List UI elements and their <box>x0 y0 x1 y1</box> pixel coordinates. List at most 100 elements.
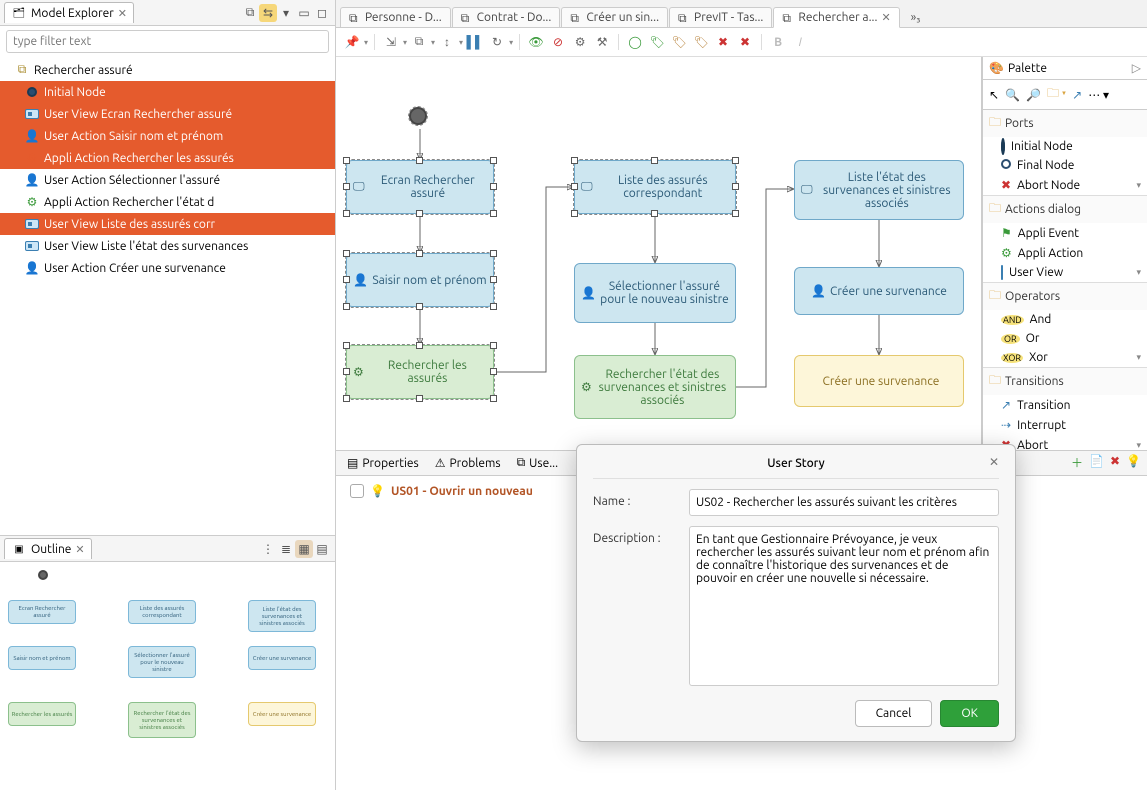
palette-section-header[interactable]: 🗀Actions dialog <box>983 196 1147 223</box>
outline-mode2-icon[interactable]: ≣ <box>277 540 295 558</box>
initial-node[interactable] <box>409 107 427 125</box>
tree-item[interactable]: 👤User Action Saisir nom et prénom <box>0 125 335 147</box>
tree-item[interactable]: User View Liste des assurés corr <box>0 213 335 235</box>
chevron-down-icon[interactable]: ▾ <box>1136 440 1141 451</box>
hide-icon[interactable]: ⊘ <box>548 32 568 52</box>
diagram-node[interactable]: ⚙Rechercher l'état des survenances et si… <box>574 355 736 419</box>
palette-item[interactable]: ⚑Appli Event <box>983 223 1147 243</box>
palette-section-header[interactable]: 🗀Transitions <box>983 368 1147 395</box>
editor-tab[interactable]: ⧉Créer un sin... <box>561 7 668 27</box>
tree-item[interactable]: 👤User Action Créer une survenance <box>0 257 335 279</box>
tree-item[interactable]: 👤User Action Sélectionner l'assuré <box>0 169 335 191</box>
editor-tab[interactable]: ⧉Rechercher a...✕ <box>773 7 899 28</box>
cancel-button[interactable]: Cancel <box>855 700 933 727</box>
palette-item[interactable]: Initial Node <box>983 137 1147 156</box>
diagram-node[interactable]: 🖵Liste des assurés correspondant <box>574 160 736 214</box>
select-icon[interactable]: ⧉ <box>409 32 429 52</box>
label-show-icon[interactable]: 🏷 <box>647 32 667 52</box>
props-icon[interactable]: ⚒ <box>592 32 612 52</box>
outline-node[interactable]: Liste l'état des survenances et sinistre… <box>248 600 316 632</box>
chevron-down-icon[interactable]: ▾ <box>1136 180 1141 191</box>
tree-item[interactable]: User View Liste l'état des survenances <box>0 235 335 257</box>
outline-mode3-icon[interactable]: ▤ <box>313 540 331 558</box>
edit-icon[interactable]: 📄 <box>1089 454 1104 471</box>
palette-item[interactable]: OROr <box>983 329 1147 348</box>
close-icon[interactable]: ✕ <box>881 11 890 24</box>
view-menu-icon[interactable]: ▾ <box>277 4 295 22</box>
bulb-icon[interactable]: 💡 <box>1126 454 1141 471</box>
close-icon[interactable]: ✕ <box>118 7 127 20</box>
collapse-all-icon[interactable]: ⧉ <box>241 4 259 22</box>
palette-item[interactable]: XORXor▾ <box>983 348 1147 367</box>
zoom-out-icon[interactable]: 🔎 <box>1026 88 1041 102</box>
editor-tab[interactable]: ⧉Personne - D... <box>340 7 451 27</box>
more-icon[interactable]: ⋯ ▾ <box>1088 88 1109 102</box>
outline-overview-icon[interactable]: ▦ <box>295 540 313 558</box>
outline-node[interactable]: Rechercher l'état des survenances et sin… <box>128 702 196 738</box>
palette-section-header[interactable]: 🗀Operators <box>983 283 1147 310</box>
vertical-icon[interactable]: ▌▌ <box>465 32 485 52</box>
ok-button[interactable]: OK <box>940 700 999 727</box>
pointer-icon[interactable]: ↖ <box>989 88 999 102</box>
diagram-node[interactable]: ⚙Rechercher les assurés <box>346 345 494 399</box>
palette-item[interactable]: ✖Abort Node▾ <box>983 175 1147 195</box>
refresh-icon[interactable]: ↻ <box>487 32 507 52</box>
description-field[interactable] <box>689 526 999 686</box>
bottom-tab[interactable]: ▤Properties <box>340 453 426 473</box>
outline-mode1-icon[interactable]: ⋮ <box>259 540 277 558</box>
link-editor-icon[interactable]: ⇆ <box>259 4 277 22</box>
palette-section-header[interactable]: 🗀Ports <box>983 110 1147 137</box>
more-tabs-icon[interactable]: »₃ <box>905 8 927 27</box>
diagram-node[interactable]: 🖵Ecran Rechercher assuré <box>346 160 494 214</box>
diagram-canvas[interactable]: 🖵Ecran Rechercher assuré 👤Saisir nom et p… <box>336 57 982 450</box>
diagram-node[interactable]: 👤Saisir nom et prénom <box>346 253 494 307</box>
outline-node[interactable]: Ecran Rechercher assuré <box>8 600 76 624</box>
outline-node[interactable]: Créer une survenance <box>248 646 316 670</box>
palette-item[interactable]: ⚙Appli Action <box>983 243 1147 263</box>
palette-item[interactable]: ANDAnd <box>983 310 1147 329</box>
minimize-icon[interactable]: ▭ <box>295 4 313 22</box>
bold-icon[interactable]: B <box>768 32 788 52</box>
diagram-node[interactable]: 👤Créer une survenance <box>794 267 964 315</box>
tree-item[interactable]: Initial Node <box>0 81 335 103</box>
palette-item[interactable]: User View▾ <box>983 263 1147 282</box>
layout-icon[interactable]: ⇲ <box>381 32 401 52</box>
palette-item[interactable]: Final Node <box>983 156 1147 175</box>
diagram-node[interactable]: 🖵Liste l'état des survenances et sinistr… <box>794 160 964 220</box>
outline-node[interactable]: Rechercher les assurés <box>8 702 76 726</box>
name-field[interactable] <box>689 489 999 516</box>
maximize-icon[interactable]: ◻ <box>313 4 331 22</box>
diagram-node[interactable]: Créer une survenance <box>794 355 964 407</box>
layer-add-icon[interactable]: ◯ <box>625 32 645 52</box>
editor-tab[interactable]: ⧉PrevIT - Tas... <box>669 7 772 27</box>
outline-node[interactable]: Saisir nom et prénom <box>8 646 76 670</box>
delete-icon[interactable]: ✖ <box>713 32 733 52</box>
diagram-node[interactable]: 👤Sélectionner l'assuré pour le nouveau s… <box>574 263 736 323</box>
model-explorer-tree[interactable]: ⧉Rechercher assuréInitial Node User View … <box>0 57 335 535</box>
delete-model-icon[interactable]: ✖ <box>735 32 755 52</box>
tree-item[interactable]: ⚙Appli Action Rechercher les assurés <box>0 147 335 169</box>
editor-tab[interactable]: ⧉Contrat - Do... <box>452 7 561 27</box>
palette-menu-icon[interactable]: ▷ <box>1132 61 1141 75</box>
tree-item[interactable]: ⚙Appli Action Rechercher l'état d <box>0 191 335 213</box>
label-del-icon[interactable]: 🏷 <box>691 32 711 52</box>
chevron-down-icon[interactable]: ▾ <box>1136 352 1141 363</box>
link-icon[interactable]: ↗ <box>1072 88 1082 102</box>
outline-node[interactable]: Créer une survenance <box>248 702 316 726</box>
palette-item[interactable]: ↗Transition <box>983 395 1147 415</box>
outline-node[interactable]: Sélectionner l'assuré pour le nouveau si… <box>128 646 196 678</box>
close-icon[interactable]: ✕ <box>989 455 999 469</box>
align-icon[interactable]: ↕ <box>437 32 457 52</box>
add-icon[interactable]: ＋ <box>1071 454 1083 471</box>
model-explorer-tab[interactable]: 🗂 Model Explorer ✕ <box>4 2 134 23</box>
italic-icon[interactable]: I <box>790 32 810 52</box>
outline-node[interactable]: Liste des assurés correspondant <box>128 600 196 624</box>
label-hide-icon[interactable]: 🏷 <box>669 32 689 52</box>
show-icon[interactable]: 👁 <box>526 32 546 52</box>
pin-icon[interactable]: 📌 <box>342 32 362 52</box>
filter-input[interactable] <box>6 30 329 53</box>
filters-icon[interactable]: ⚙ <box>570 32 590 52</box>
note-icon[interactable]: 🗀 ▾ <box>1047 84 1066 105</box>
tree-item[interactable]: ⧉Rechercher assuré <box>0 59 335 81</box>
outline-tab[interactable]: ▣ Outline ✕ <box>4 538 92 559</box>
